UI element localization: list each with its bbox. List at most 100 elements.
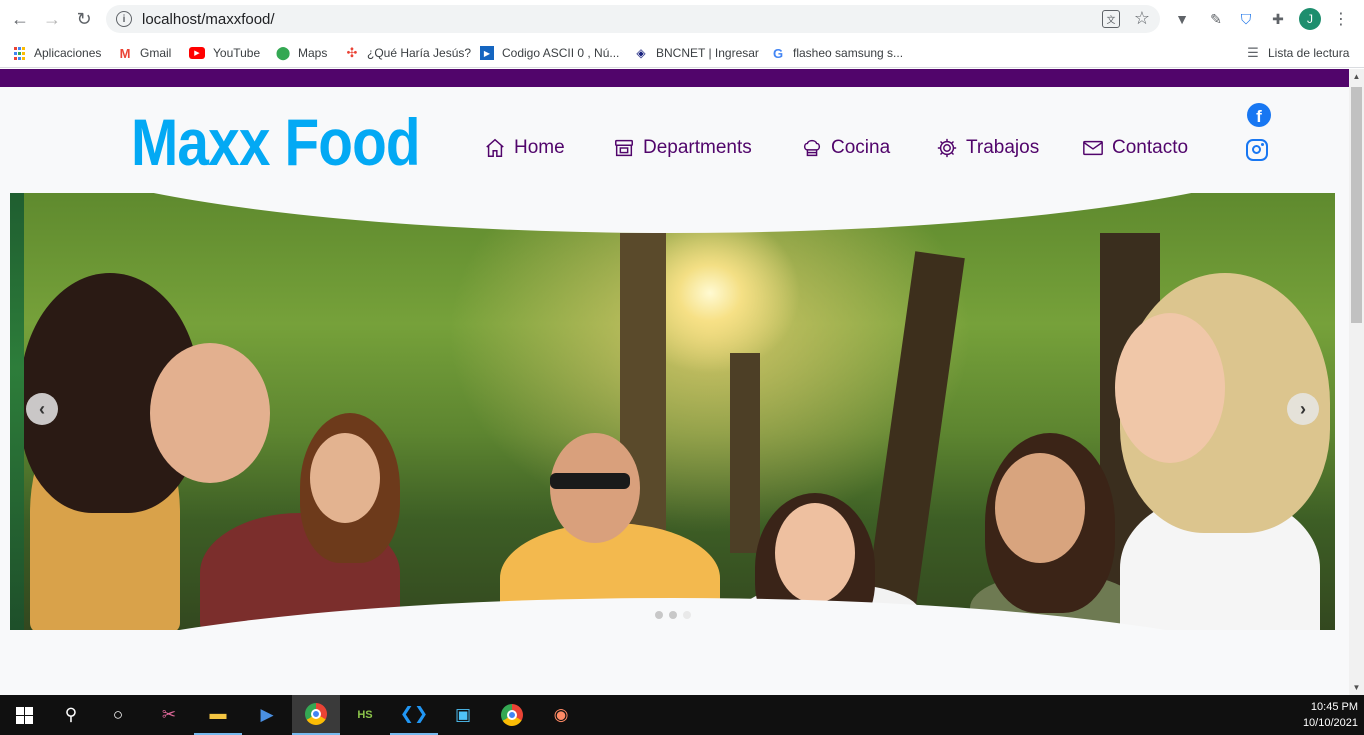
extensions-puzzle-icon[interactable]: ✚: [1268, 9, 1288, 29]
chrome-second-icon[interactable]: [488, 695, 536, 735]
person-face: [1115, 313, 1225, 463]
bookmark-bncnet[interactable]: ◈ BNCNET | Ingresar: [634, 43, 759, 63]
cortana-icon[interactable]: ○: [94, 695, 142, 735]
bookmark-label: Aplicaciones: [34, 46, 102, 60]
nav-cocina[interactable]: Cocina: [801, 137, 890, 159]
reading-list[interactable]: ☰ Lista de lectura: [1246, 43, 1349, 63]
page-viewport: Maxx Food Home Departments Cocina Trabaj…: [0, 69, 1364, 695]
translate-icon[interactable]: 文: [1102, 10, 1120, 28]
extension-v-icon[interactable]: ▼: [1172, 9, 1192, 29]
bookmarks-bar: Aplicaciones M Gmail ▶ YouTube ⬤ Maps ✣ …: [0, 38, 1364, 68]
reload-icon[interactable]: ↻: [72, 7, 96, 31]
gmail-icon: M: [119, 45, 131, 61]
person-face: [150, 343, 270, 483]
scroll-down-arrow[interactable]: ▼: [1349, 680, 1364, 695]
extension-pen-icon[interactable]: ✎: [1206, 9, 1226, 29]
nav-label: Cocina: [831, 137, 891, 158]
chrome-icon: [305, 703, 327, 725]
bookmark-youtube[interactable]: ▶ YouTube: [189, 43, 260, 63]
carousel-indicators: [655, 611, 691, 619]
back-icon[interactable]: ←: [8, 7, 32, 31]
nav-contacto[interactable]: Contacto: [1082, 137, 1188, 159]
nav-label: Home: [514, 137, 565, 158]
nav-trabajos[interactable]: Trabajos: [936, 137, 1039, 159]
tree-trunk: [730, 353, 760, 553]
site-info-icon[interactable]: i: [116, 11, 132, 27]
bookmark-codigo-ascii[interactable]: ▶ Codigo ASCII 0 , Nú...: [480, 43, 619, 63]
scroll-up-arrow[interactable]: ▲: [1349, 69, 1364, 84]
search-icon[interactable]: ⚲: [47, 695, 95, 735]
bookmark-apps[interactable]: Aplicaciones: [12, 43, 101, 63]
clock-date: 10/10/2021: [1302, 717, 1358, 729]
bookmark-label: Gmail: [140, 46, 172, 60]
instagram-icon[interactable]: [1246, 139, 1268, 161]
chrome-taskbar-icon[interactable]: [292, 695, 340, 735]
clock-time: 10:45 PM: [1310, 701, 1358, 713]
site-logo[interactable]: Maxx Food: [131, 109, 421, 175]
tree-trunk: [865, 251, 965, 615]
vscode-icon[interactable]: ❮❯: [390, 695, 438, 735]
facebook-icon[interactable]: f: [1247, 103, 1271, 127]
nav-departments[interactable]: Departments: [613, 137, 752, 159]
carousel-next-button[interactable]: ›: [1287, 393, 1319, 425]
carousel-dot[interactable]: [655, 611, 663, 619]
bookmark-label: Maps: [298, 46, 328, 60]
nav-label: Trabajos: [966, 137, 1040, 158]
media-app-icon[interactable]: ◉: [537, 695, 585, 735]
address-bar[interactable]: i localhost/maxxfood/ 文 ☆: [106, 5, 1160, 33]
start-button[interactable]: [0, 695, 48, 735]
bookmark-label: ¿Qué Haría Jesús?: [367, 46, 472, 60]
google-icon: G: [772, 45, 784, 61]
ascii-icon: ▶: [480, 46, 494, 60]
bookmark-label: YouTube: [213, 46, 261, 60]
gear-icon: [936, 137, 958, 159]
dots-icon: ✣: [346, 45, 358, 60]
forward-icon[interactable]: →: [40, 7, 64, 31]
bookmark-label: flasheo samsung s...: [793, 46, 904, 60]
home-icon: [484, 137, 506, 159]
bookmark-gmail[interactable]: M Gmail: [118, 43, 172, 63]
carousel-dot-active[interactable]: [683, 611, 691, 619]
bookmark-label: Codigo ASCII 0 , Nú...: [502, 46, 620, 60]
address-bar-url[interactable]: localhost/maxxfood/: [142, 11, 275, 28]
bookmark-flasheo-samsung[interactable]: G flasheo samsung s...: [771, 43, 903, 63]
chrome-icon: [501, 704, 523, 726]
youtube-icon: ▶: [189, 47, 205, 59]
reading-list-label: Lista de lectura: [1268, 46, 1350, 60]
top-accent-bar: [0, 69, 1349, 87]
bookmark-star-icon[interactable]: ☆: [1134, 8, 1150, 29]
windows-logo-icon: [15, 706, 33, 724]
file-explorer-icon[interactable]: ▬: [194, 695, 242, 735]
snipping-tool-icon[interactable]: ✂: [145, 695, 193, 735]
maps-pin-icon: ⬤: [275, 45, 291, 60]
carousel-prev-button[interactable]: ‹: [26, 393, 58, 425]
scroll-thumb[interactable]: [1351, 87, 1362, 323]
bncnet-icon: ◈: [636, 46, 646, 60]
chef-hat-icon: [801, 137, 823, 159]
powershell-icon[interactable]: ▶: [243, 695, 291, 735]
chrome-menu-icon[interactable]: ⋮: [1333, 9, 1349, 29]
hs-app-icon[interactable]: HS: [341, 695, 389, 735]
sunglasses: [550, 473, 630, 489]
bookmark-label: BNCNET | Ingresar: [656, 46, 759, 60]
system-clock[interactable]: 10:45 PM 10/10/2021: [1288, 699, 1358, 731]
extension-shield-icon[interactable]: ⛉: [1236, 9, 1256, 29]
store-icon: [613, 137, 635, 159]
page-scrollbar[interactable]: ▲ ▼: [1349, 69, 1364, 695]
bookmark-que-haria-jesus[interactable]: ✣ ¿Qué Haría Jesús?: [345, 43, 472, 63]
browser-toolbar: ← → ↻ i localhost/maxxfood/ 文 ☆ ▼ ✎ ⛉ ✚ …: [0, 0, 1364, 38]
bookmark-maps[interactable]: ⬤ Maps: [275, 43, 328, 63]
apps-grid-icon: [12, 46, 26, 60]
carousel-dot[interactable]: [669, 611, 677, 619]
nav-label: Contacto: [1112, 137, 1189, 158]
photos-icon[interactable]: ▣: [439, 695, 487, 735]
previous-slide-edge: [10, 193, 24, 630]
person-face: [995, 453, 1085, 563]
person-face: [775, 503, 855, 603]
profile-avatar[interactable]: J: [1299, 8, 1321, 30]
nav-home[interactable]: Home: [484, 137, 565, 159]
person-face: [310, 433, 380, 523]
hero-carousel: ‹ ›: [10, 193, 1335, 630]
reading-list-icon: ☰: [1247, 45, 1259, 60]
envelope-icon: [1082, 137, 1104, 159]
